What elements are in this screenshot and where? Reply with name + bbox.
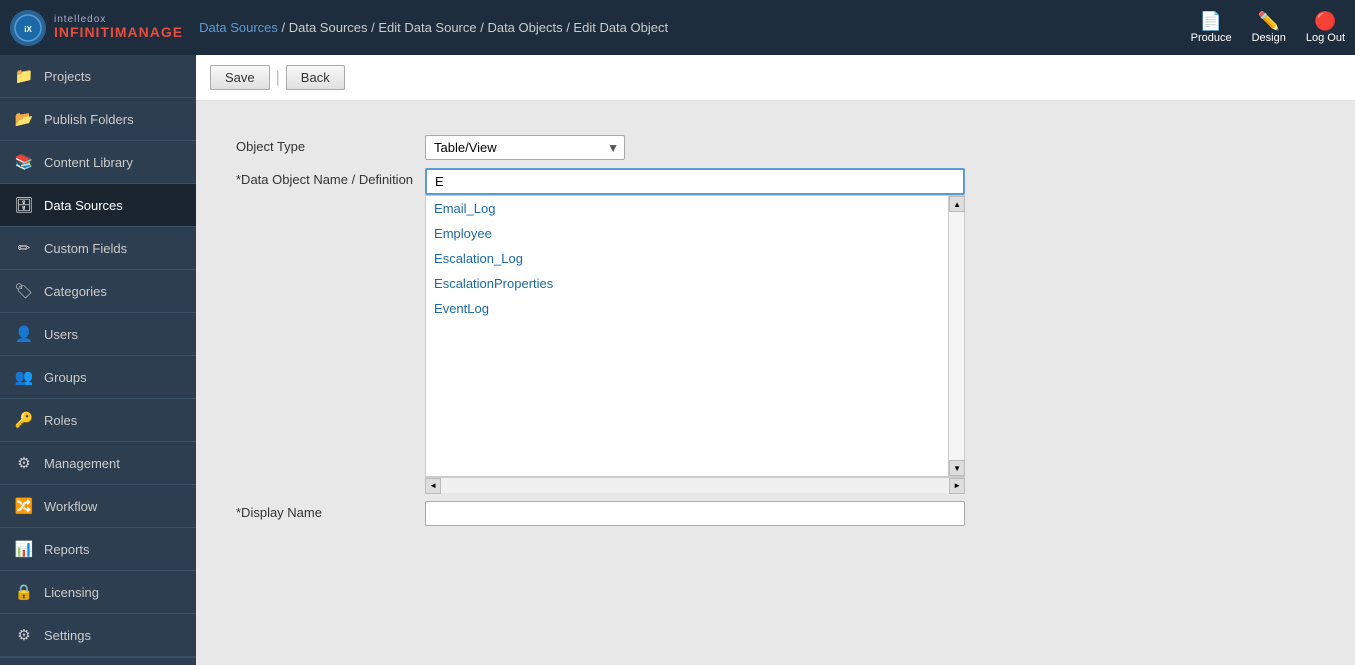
- sidebar-item-management[interactable]: ⚙ Management: [0, 442, 196, 485]
- scroll-up-button[interactable]: ▲: [949, 196, 965, 212]
- data-object-name-input[interactable]: [425, 168, 965, 195]
- dropdown-item[interactable]: Email_Log: [426, 196, 948, 221]
- sidebar-item-label: Data Sources: [44, 198, 123, 213]
- sidebar-item-label: Groups: [44, 370, 87, 385]
- main-content: Save | Back Object Type Table/View Store…: [196, 55, 1355, 665]
- sidebar-item-reports[interactable]: 📊 Reports: [0, 528, 196, 571]
- dropdown-horizontal-scrollbar[interactable]: ◄ ►: [425, 477, 965, 493]
- design-label: Design: [1252, 32, 1286, 44]
- header-actions: 📄 Produce ✏️ Design 🔴 Log Out: [1191, 12, 1345, 44]
- dropdown-item[interactable]: EscalationProperties: [426, 271, 948, 296]
- logout-button[interactable]: 🔴 Log Out: [1306, 12, 1345, 44]
- produce-label: Produce: [1191, 32, 1232, 44]
- sidebar-item-label: Categories: [44, 284, 107, 299]
- dropdown-item[interactable]: EventLog: [426, 296, 948, 321]
- sidebar-item-categories[interactable]: 🏷 Categories: [0, 270, 196, 313]
- produce-button[interactable]: 📄 Produce: [1191, 12, 1232, 44]
- form-table: Object Type Table/View Stored Procedure …: [236, 131, 965, 530]
- sidebar-item-licensing[interactable]: 🔒 Licensing: [0, 571, 196, 614]
- dropdown-vertical-scrollbar[interactable]: ▲ ▼: [948, 196, 964, 476]
- workflow-icon: 🔀: [14, 496, 34, 516]
- publish-folders-icon: 📂: [14, 109, 34, 129]
- autocomplete-dropdown: Email_LogEmployeeEscalation_LogEscalatio…: [425, 195, 965, 477]
- content-library-icon: 📚: [14, 152, 34, 172]
- save-button[interactable]: Save: [210, 65, 270, 90]
- sidebar-item-data-sources[interactable]: 🗄 Data Sources: [0, 184, 196, 227]
- object-type-select[interactable]: Table/View Stored Procedure Query: [425, 135, 625, 160]
- sidebar-item-projects[interactable]: 📁 Projects: [0, 55, 196, 98]
- sidebar-item-label: Content Library: [44, 155, 133, 170]
- data-object-name-row: *Data Object Name / Definition Email_Log…: [236, 164, 965, 497]
- sidebar-item-label: Users: [44, 327, 78, 342]
- hscroll-right-button[interactable]: ►: [949, 478, 965, 494]
- sidebar: 📁 Projects 📂 Publish Folders 📚 Content L…: [0, 55, 196, 665]
- breadcrumb: Data Sources / Data Sources / Edit Data …: [199, 20, 668, 35]
- app-header: iX intelledox INFINITIMANAGE Data Source…: [0, 0, 1355, 55]
- sidebar-item-label: Roles: [44, 413, 77, 428]
- sidebar-item-workflow[interactable]: 🔀 Workflow: [0, 485, 196, 528]
- groups-icon: 👥: [14, 367, 34, 387]
- object-type-select-wrapper: Table/View Stored Procedure Query ▼: [425, 135, 625, 160]
- display-name-row: *Display Name: [236, 497, 965, 530]
- data-object-name-field: Email_LogEmployeeEscalation_LogEscalatio…: [425, 164, 965, 497]
- projects-icon: 📁: [14, 66, 34, 86]
- dropdown-item[interactable]: Escalation_Log: [426, 246, 948, 271]
- toolbar-separator: |: [276, 69, 280, 87]
- logout-label: Log Out: [1306, 32, 1345, 44]
- management-icon: ⚙: [14, 453, 34, 473]
- object-type-label: Object Type: [236, 131, 425, 164]
- logo-icon: iX: [10, 10, 46, 46]
- sidebar-item-label: Reports: [44, 542, 90, 557]
- scroll-track: [949, 212, 964, 460]
- object-type-row: Object Type Table/View Stored Procedure …: [236, 131, 965, 164]
- sidebar-item-label: Publish Folders: [44, 112, 134, 127]
- sidebar-item-label: Custom Fields: [44, 241, 127, 256]
- settings-icon: ⚙: [14, 625, 34, 645]
- data-sources-icon: 🗄: [14, 195, 34, 215]
- logo: iX intelledox INFINITIMANAGE: [10, 10, 183, 46]
- version-label: VERSION: 10.0.36: [0, 657, 196, 665]
- sidebar-item-roles[interactable]: 🔑 Roles: [0, 399, 196, 442]
- dropdown-content: Email_LogEmployeeEscalation_LogEscalatio…: [426, 196, 948, 476]
- licensing-icon: 🔒: [14, 582, 34, 602]
- autocomplete-container: Email_LogEmployeeEscalation_LogEscalatio…: [425, 168, 965, 493]
- form-area: Object Type Table/View Stored Procedure …: [196, 101, 1355, 665]
- custom-fields-icon: ✏: [14, 238, 34, 258]
- data-object-name-label: *Data Object Name / Definition: [236, 164, 425, 497]
- hscroll-left-button[interactable]: ◄: [425, 478, 441, 494]
- svg-text:iX: iX: [24, 25, 32, 34]
- logo-bottom-text: INFINITIMANAGE: [54, 25, 183, 40]
- sidebar-item-groups[interactable]: 👥 Groups: [0, 356, 196, 399]
- sidebar-item-label: Licensing: [44, 585, 99, 600]
- logo-text: intelledox INFINITIMANAGE: [54, 14, 183, 40]
- display-name-field-cell: [425, 497, 965, 530]
- display-name-label: *Display Name: [236, 497, 425, 530]
- sidebar-item-users[interactable]: 👤 Users: [0, 313, 196, 356]
- display-name-input[interactable]: [425, 501, 965, 526]
- sidebar-item-custom-fields[interactable]: ✏ Custom Fields: [0, 227, 196, 270]
- sidebar-item-publish-folders[interactable]: 📂 Publish Folders: [0, 98, 196, 141]
- breadcrumb-link[interactable]: Data Sources: [199, 20, 278, 35]
- sidebar-item-label: Workflow: [44, 499, 97, 514]
- sidebar-item-label: Settings: [44, 628, 91, 643]
- toolbar: Save | Back: [196, 55, 1355, 101]
- reports-icon: 📊: [14, 539, 34, 559]
- logout-icon: 🔴: [1314, 12, 1336, 30]
- produce-icon: 📄: [1200, 12, 1222, 30]
- sidebar-item-settings[interactable]: ⚙ Settings: [0, 614, 196, 657]
- back-button[interactable]: Back: [286, 65, 345, 90]
- scroll-down-button[interactable]: ▼: [949, 460, 965, 476]
- roles-icon: 🔑: [14, 410, 34, 430]
- object-type-field: Table/View Stored Procedure Query ▼: [425, 131, 965, 164]
- dropdown-item[interactable]: Employee: [426, 221, 948, 246]
- sidebar-item-label: Management: [44, 456, 120, 471]
- design-icon: ✏️: [1258, 12, 1280, 30]
- categories-icon: 🏷: [14, 281, 34, 301]
- sidebar-item-content-library[interactable]: 📚 Content Library: [0, 141, 196, 184]
- sidebar-item-label: Projects: [44, 69, 91, 84]
- users-icon: 👤: [14, 324, 34, 344]
- design-button[interactable]: ✏️ Design: [1252, 12, 1286, 44]
